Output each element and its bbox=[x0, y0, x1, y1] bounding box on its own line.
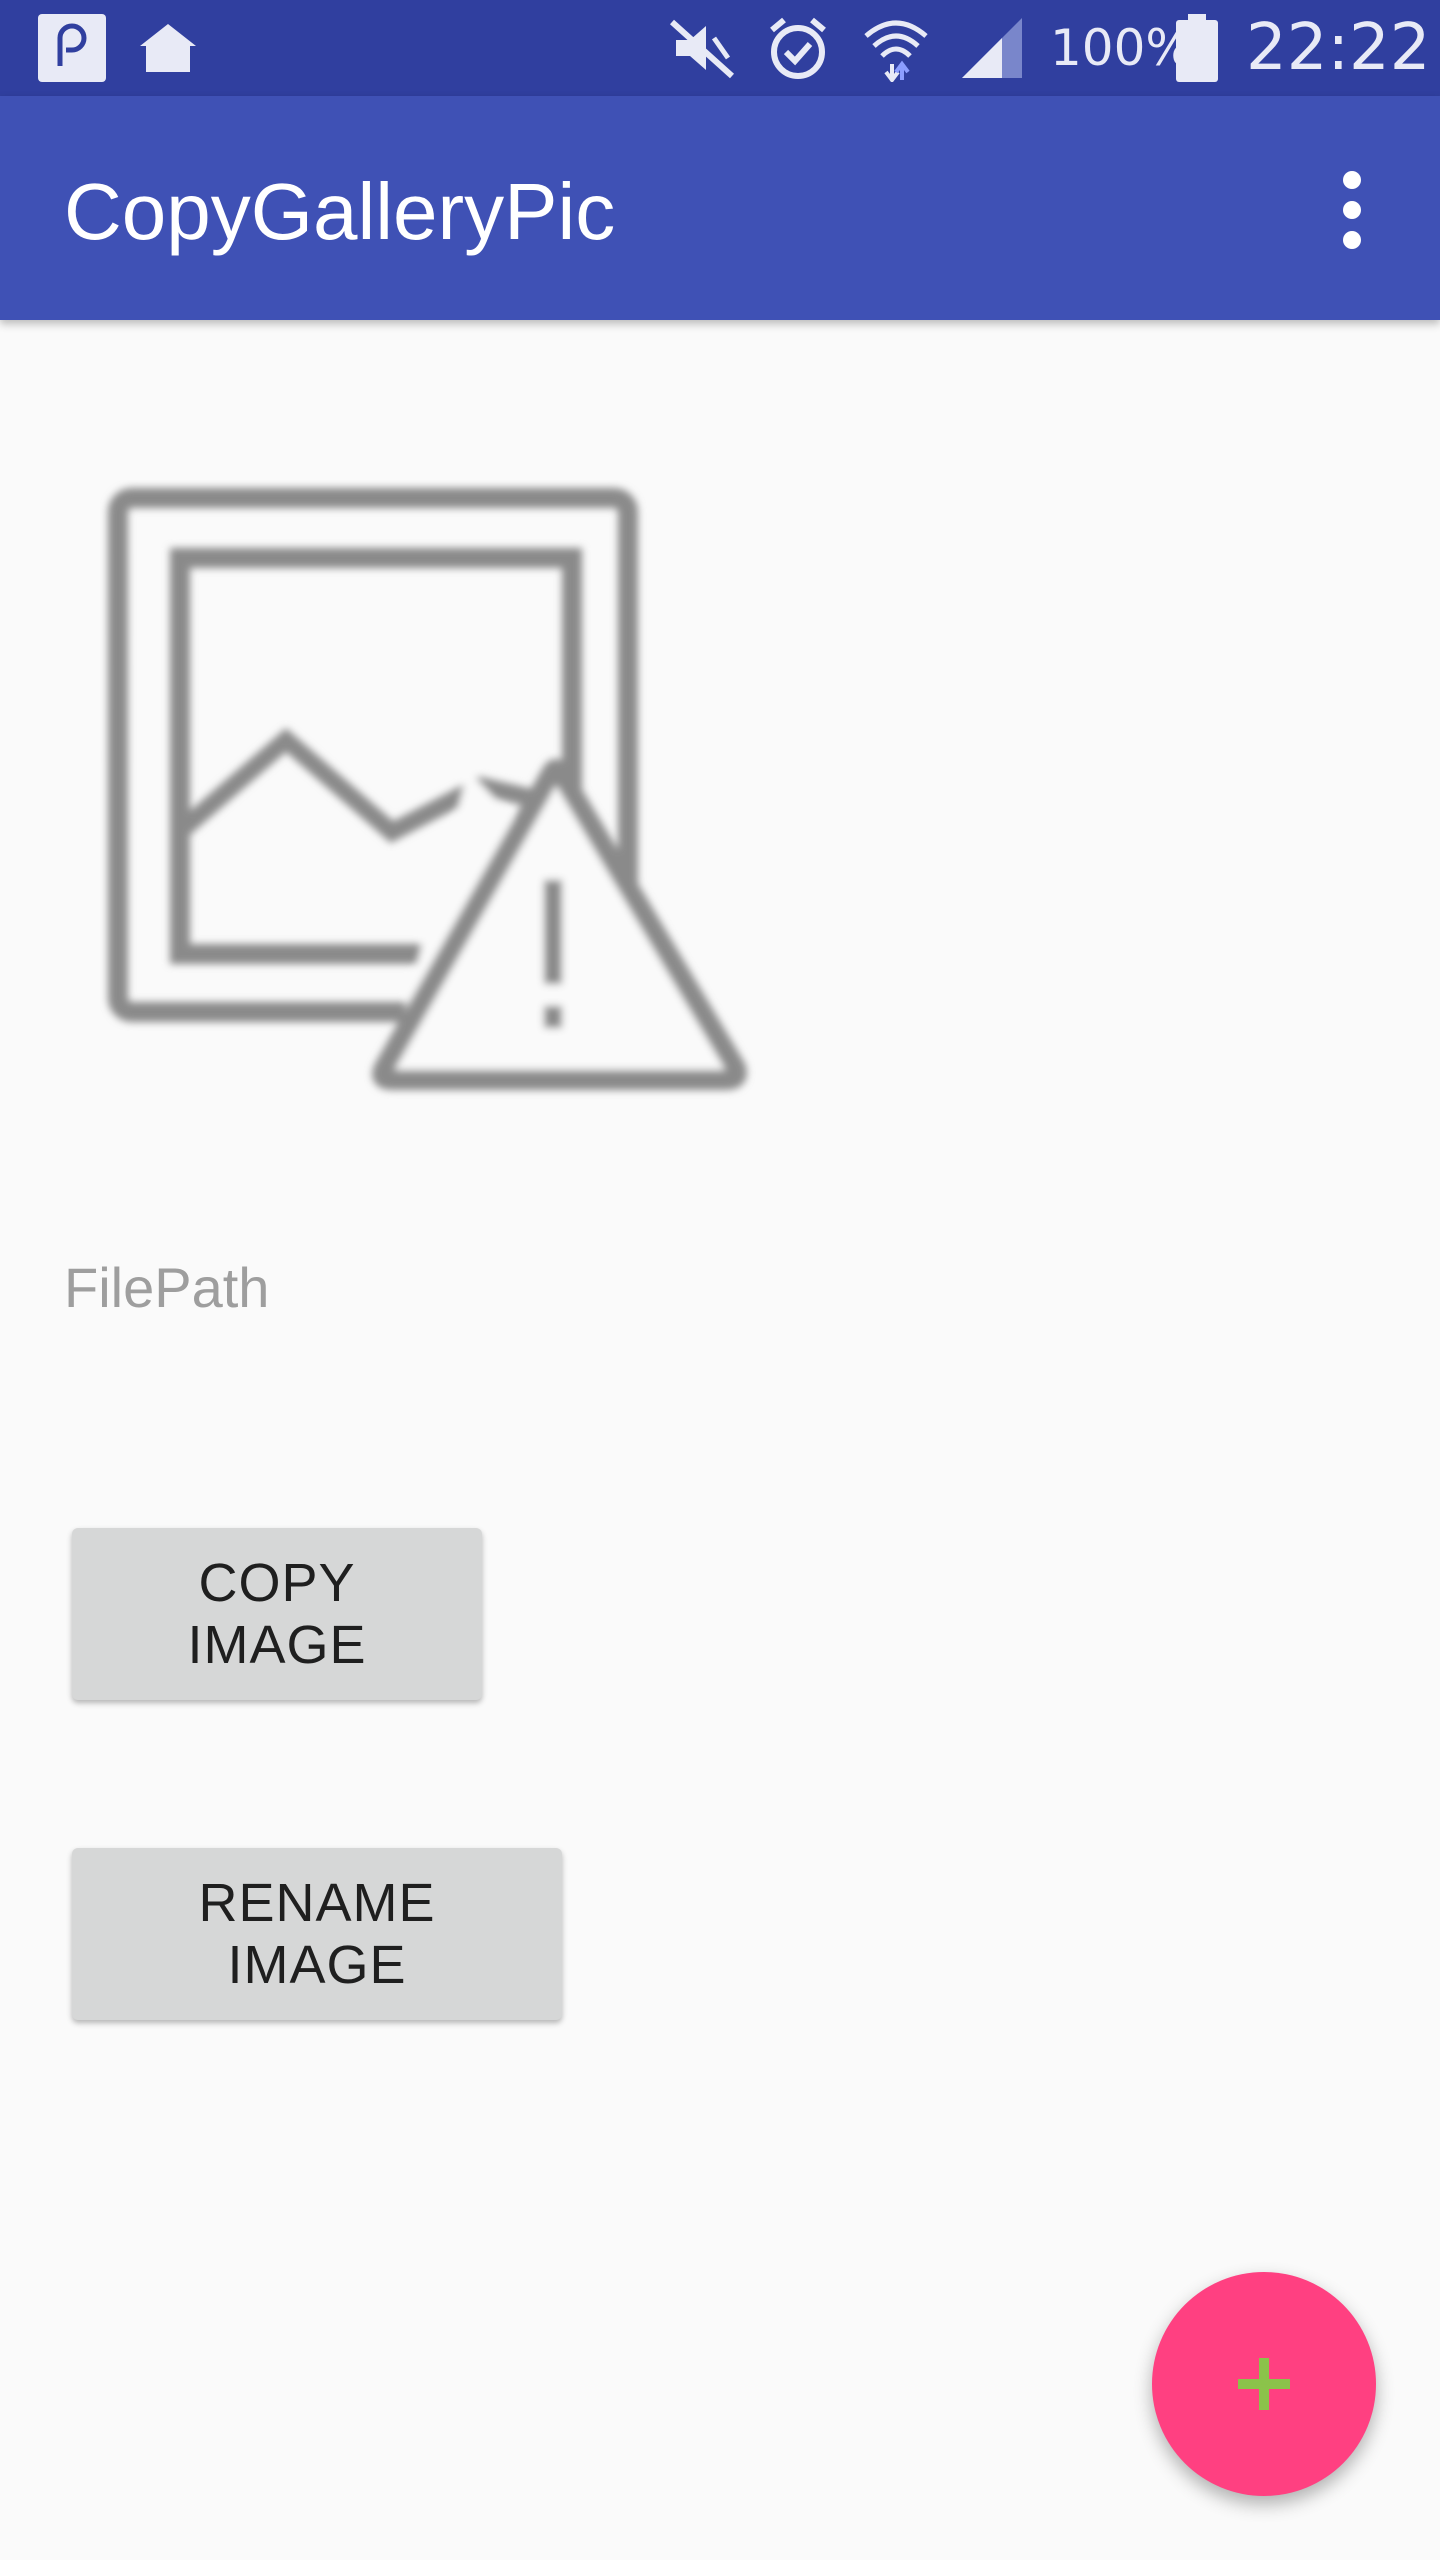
home-icon bbox=[140, 24, 196, 72]
wifi-icon bbox=[864, 20, 928, 82]
app-title: CopyGalleryPic bbox=[64, 167, 616, 256]
notification-app-icon bbox=[38, 14, 106, 82]
mute-icon bbox=[669, 19, 735, 79]
battery-icon bbox=[1176, 14, 1218, 82]
alarm-icon bbox=[770, 17, 826, 79]
overflow-menu-button[interactable] bbox=[1304, 154, 1400, 266]
more-vert-icon bbox=[1343, 201, 1361, 219]
screen: 100% 22:22 CopyGalleryPic FilePath COPY … bbox=[0, 0, 1440, 2560]
copy-image-button[interactable]: COPY IMAGE bbox=[72, 1528, 482, 1700]
add-fab-button[interactable] bbox=[1152, 2272, 1376, 2496]
app-bar: CopyGalleryPic bbox=[0, 96, 1440, 320]
status-clock: 22:22 bbox=[1246, 11, 1431, 85]
more-vert-icon bbox=[1343, 231, 1361, 249]
status-bar: 100% 22:22 bbox=[0, 0, 1440, 96]
broken-image-icon bbox=[108, 488, 747, 1090]
file-path-label: FilePath bbox=[64, 1256, 270, 1319]
rename-image-button[interactable]: RENAME IMAGE bbox=[72, 1848, 562, 2020]
more-vert-icon bbox=[1343, 171, 1361, 189]
signal-icon bbox=[962, 18, 1022, 78]
plus-icon bbox=[1238, 2358, 1290, 2410]
